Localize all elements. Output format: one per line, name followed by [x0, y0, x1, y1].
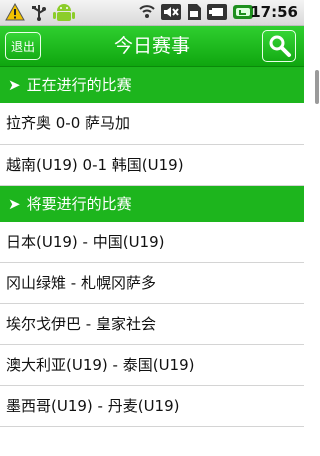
match-row[interactable]: 日本(U19) - 中国(U19)	[0, 222, 304, 263]
arrow-icon: ➤	[8, 76, 21, 94]
android-icon	[52, 1, 76, 27]
sim-icon	[186, 3, 202, 25]
match-row[interactable]: 拉齐奥 0-0 萨马加	[0, 103, 304, 145]
usb-icon	[30, 3, 48, 25]
section-header-live: ➤ 正在进行的比赛	[0, 67, 304, 103]
match-row[interactable]: 冈山绿雉 - 札幌冈萨多	[0, 263, 304, 304]
status-bar: 17:56	[0, 0, 304, 26]
signal-icon	[138, 3, 156, 25]
battery-icon	[206, 3, 228, 25]
match-row[interactable]: 越南(U19) 0-1 韩国(U19)	[0, 145, 304, 186]
search-button[interactable]	[262, 30, 296, 62]
match-list: ➤ 正在进行的比赛 拉齐奥 0-0 萨马加 越南(U19) 0-1 韩国(U19)…	[0, 67, 304, 427]
clock: 17:56	[250, 3, 298, 21]
match-row[interactable]: 墨西哥(U19) - 丹麦(U19)	[0, 386, 304, 427]
arrow-icon: ➤	[8, 195, 21, 213]
title-bar: 退出 今日赛事	[0, 26, 304, 67]
section-title: 正在进行的比赛	[26, 76, 132, 94]
page-title: 今日赛事	[113, 35, 190, 57]
search-icon	[268, 34, 292, 62]
mute-icon	[160, 3, 182, 25]
section-title: 将要进行的比赛	[26, 195, 132, 213]
match-row[interactable]: 埃尔戈伊巴 - 皇家社会	[0, 304, 304, 345]
warning-icon	[5, 2, 25, 25]
section-header-upcoming: ➤ 将要进行的比赛	[0, 186, 304, 222]
match-row[interactable]: 澳大利亚(U19) - 泰国(U19)	[0, 345, 304, 386]
scrollbar[interactable]	[315, 70, 319, 104]
exit-button[interactable]: 退出	[5, 32, 41, 60]
